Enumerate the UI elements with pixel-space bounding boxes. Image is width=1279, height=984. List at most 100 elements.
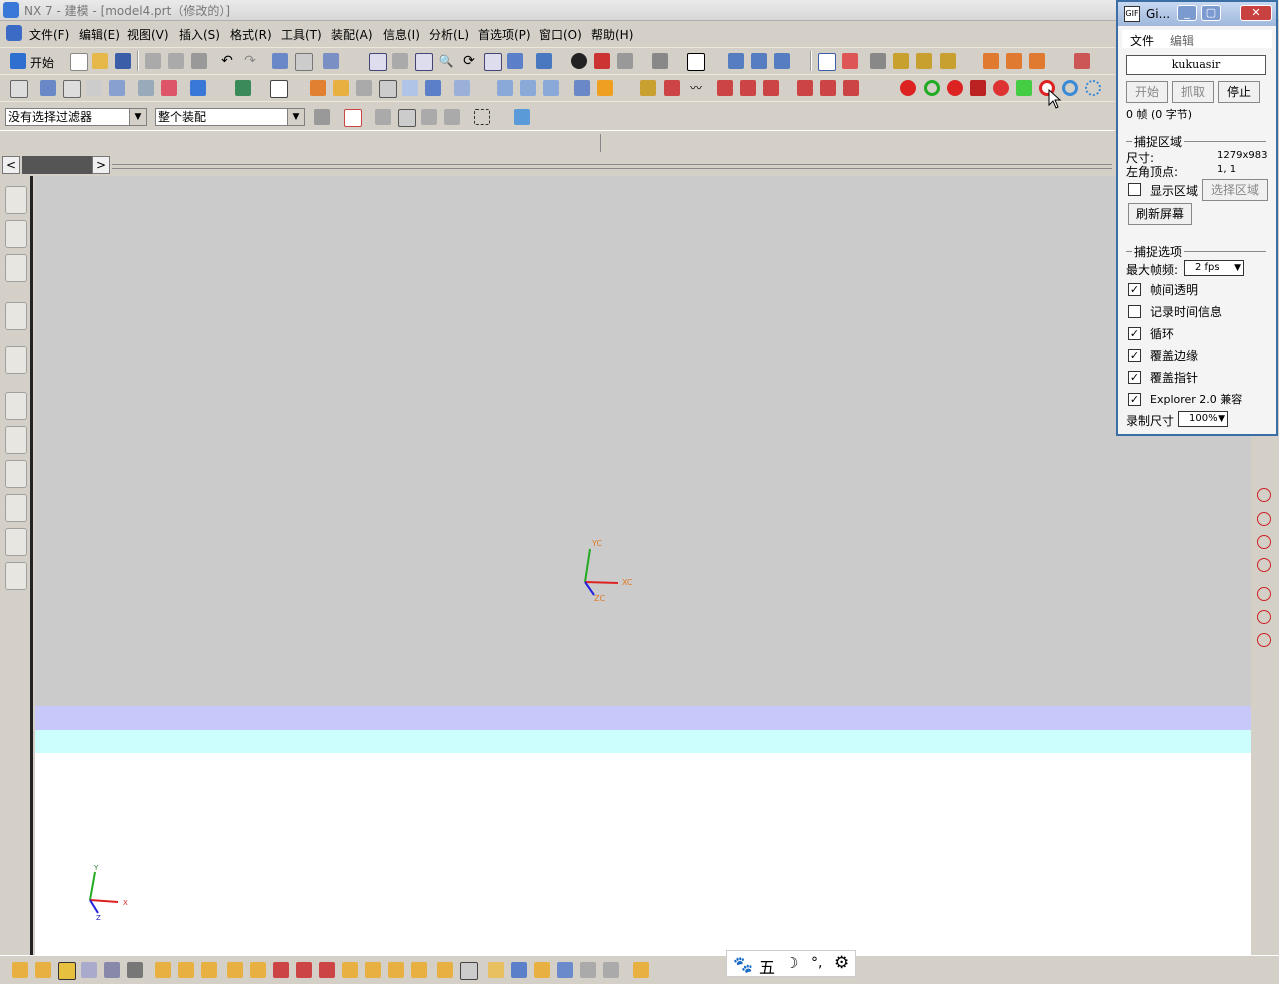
scroll-thumb[interactable] [22,156,92,174]
select-all-icon[interactable] [514,109,530,125]
menu-window[interactable]: 窗口(O) [539,26,582,43]
snap-pole-icon[interactable] [273,962,289,978]
snap-arc-icon[interactable] [250,962,266,978]
quick-pick-icon[interactable] [633,962,649,978]
draft-icon[interactable] [379,80,397,98]
moon-icon[interactable]: ☽ [785,954,798,972]
select-curve-icon[interactable] [375,109,391,125]
chevron-down-icon[interactable]: ▼ [287,109,304,125]
sketch-circle-icon[interactable] [1257,558,1271,572]
menu-insert[interactable]: 插入(S) [179,26,220,43]
minimize-icon[interactable]: _ [1177,5,1197,21]
sweep-icon[interactable] [597,80,613,96]
pan-icon[interactable] [484,53,502,71]
chevron-down-icon[interactable]: ▼ [129,109,146,125]
bridge-curve-icon[interactable] [820,80,836,96]
green-ring-icon[interactable] [924,80,940,96]
reuse-library-tab[interactable] [5,254,27,282]
orient-view-icon[interactable] [536,53,552,69]
scale-body-icon[interactable] [425,80,441,96]
start-icon[interactable] [10,53,26,69]
snap-midpoint-icon[interactable] [35,962,51,978]
splitter[interactable] [112,164,1112,169]
option-checkbox[interactable]: ✓ [1128,371,1141,384]
trim-body-icon[interactable] [497,80,513,96]
snap-center-icon[interactable] [104,962,120,978]
blue-ring-icon[interactable] [1062,80,1078,96]
paw-icon[interactable]: 🐾 [733,955,753,974]
sketch-circle-icon[interactable] [1257,535,1271,549]
split-body-icon[interactable] [520,80,536,96]
sketch-circle-icon[interactable] [1257,610,1271,624]
filter-edge-icon[interactable] [603,962,619,978]
part-navigator-tab[interactable] [5,220,27,248]
perspective-icon[interactable] [507,53,523,69]
web-browser-tab[interactable] [5,302,27,330]
open-folder-icon[interactable] [92,53,108,69]
record-size-select[interactable]: 100% ▼ [1178,411,1228,427]
snap-edge-icon[interactable] [388,962,404,978]
layer-icon[interactable] [295,53,313,71]
gif-start-button[interactable]: 开始 [1126,81,1168,103]
measure-angle-icon[interactable] [916,53,932,69]
join-curve-icon[interactable] [843,80,859,96]
menu-preferences[interactable]: 首选项(P) [478,26,531,43]
copy-icon[interactable] [168,53,184,69]
unite-icon[interactable] [235,80,251,96]
inferred-point-icon[interactable] [842,53,858,69]
snap-on-curve-icon[interactable] [178,962,194,978]
sketch-circle-icon[interactable] [1257,512,1271,526]
work-plane-icon[interactable] [687,53,705,71]
line-icon[interactable] [664,80,680,96]
measure-area-icon[interactable] [940,53,956,69]
freeform-icon[interactable] [1016,80,1032,96]
shell-icon[interactable] [356,80,372,96]
red-sphere-icon[interactable] [900,80,916,96]
fit-view-icon[interactable] [369,53,387,71]
gif-menu-edit[interactable]: 编辑 [1170,32,1194,49]
menu-format[interactable]: 格式(R) [230,26,272,43]
snap-perp-icon[interactable] [319,962,335,978]
snap-face-icon[interactable] [342,962,358,978]
dotted-ring-icon[interactable] [1085,80,1101,96]
assembly-navigator-icon[interactable] [983,53,999,69]
rectangle-select-icon[interactable] [474,109,490,125]
edit-object-icon[interactable] [272,53,288,69]
filter-component-icon[interactable] [488,962,504,978]
snap-endpoint-icon[interactable] [12,962,28,978]
gear-icon[interactable]: ⚙ [834,953,849,973]
app-menu-icon[interactable] [6,25,22,41]
snap-existing-point-icon[interactable] [155,962,171,978]
snap-point-icon[interactable] [818,53,836,71]
undo-icon[interactable]: ↶ [219,53,235,69]
start-button-label[interactable]: 开始 [30,54,54,71]
snap-bounded-icon[interactable] [227,962,243,978]
selection-tool-icon[interactable] [323,53,339,69]
snap-grid-icon[interactable] [437,962,453,978]
roles-tab[interactable] [5,528,27,556]
option-checkbox[interactable]: ✓ [1128,349,1141,362]
snap-vertex-icon[interactable] [411,962,427,978]
clock-icon[interactable] [5,392,27,420]
option-checkbox[interactable]: ✓ [1128,393,1141,406]
chamfer-icon[interactable] [333,80,349,96]
wcs-triad[interactable]: YC XC ZC [570,535,640,605]
wcs-icon[interactable] [728,53,744,69]
sketch-circle-icon[interactable] [1257,587,1271,601]
close-icon[interactable]: ✕ [1240,5,1272,21]
menu-tools[interactable]: 工具(T) [281,26,322,43]
torus-icon[interactable] [993,80,1009,96]
menu-analysis[interactable]: 分析(L) [429,26,469,43]
datum-plane-icon[interactable] [270,80,288,98]
cylinder-icon[interactable] [970,80,986,96]
maximize-icon[interactable]: ▢ [1201,5,1221,21]
pocket-icon[interactable] [161,80,177,96]
snap-angle-icon[interactable] [460,962,478,980]
refresh-screen-button[interactable]: 刷新屏幕 [1128,203,1192,225]
project-curve-icon[interactable] [740,80,756,96]
section-view-icon[interactable] [652,53,668,69]
save-icon[interactable] [115,53,131,69]
new-file-icon[interactable] [70,53,88,71]
filter-feature-icon[interactable] [511,962,527,978]
measure-length-icon[interactable] [893,53,909,69]
